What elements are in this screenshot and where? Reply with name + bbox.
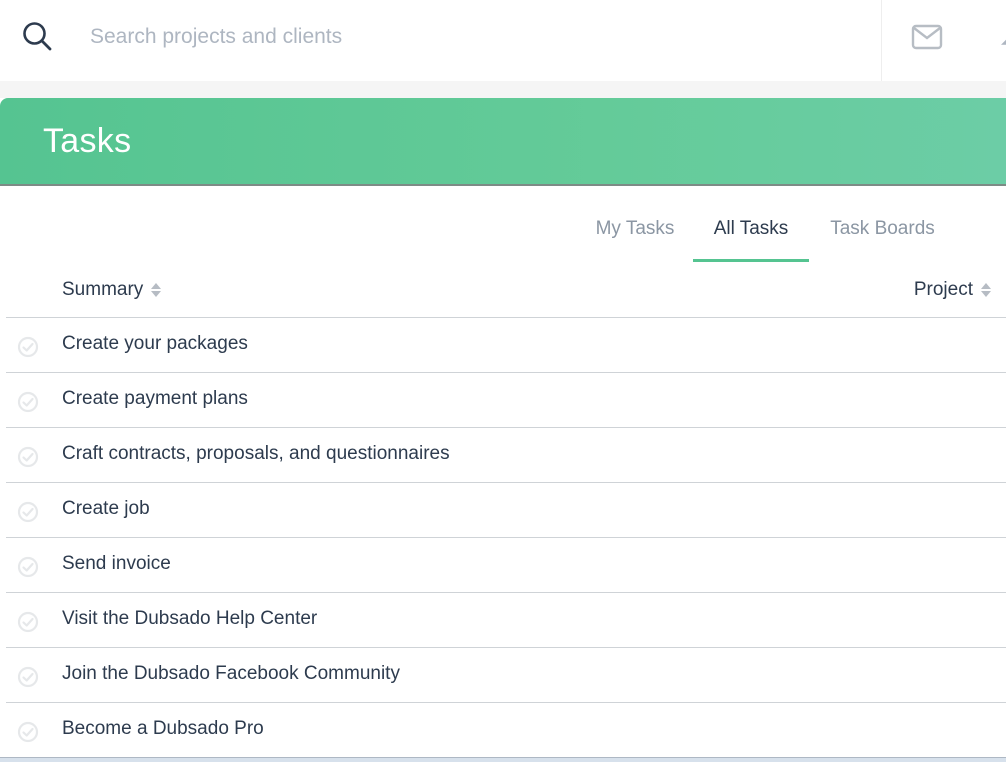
table-row: Craft contracts, proposals, and question…: [6, 428, 1006, 483]
tab-my-tasks[interactable]: My Tasks: [578, 200, 692, 262]
topbar-divider: [881, 0, 882, 81]
task-summary[interactable]: Join the Dubsado Facebook Community: [62, 663, 400, 685]
table-row: Join the Dubsado Facebook Community: [6, 648, 1006, 703]
task-summary[interactable]: Create job: [62, 498, 150, 520]
page-header-banner: Tasks: [0, 98, 1006, 186]
table-row: Create job: [6, 483, 1006, 538]
search-input[interactable]: [90, 20, 850, 54]
task-summary[interactable]: Create your packages: [62, 333, 248, 355]
column-header-label: Summary: [62, 279, 144, 300]
complete-checkbox-icon[interactable]: [17, 721, 39, 743]
column-header-project[interactable]: Project: [914, 279, 992, 301]
tasks-card: Tasks My Tasks All Tasks Task Boards Sum…: [0, 98, 1006, 762]
complete-checkbox-icon[interactable]: [17, 391, 39, 413]
task-tabs: My Tasks All Tasks Task Boards: [0, 200, 1006, 262]
bottom-edge: [0, 757, 1006, 762]
top-bar: ◢: [0, 0, 1006, 81]
table-row: Visit the Dubsado Help Center: [6, 593, 1006, 648]
search-icon[interactable]: [21, 20, 53, 52]
table-row: Send invoice: [6, 538, 1006, 593]
mail-icon[interactable]: [911, 24, 943, 50]
task-summary[interactable]: Visit the Dubsado Help Center: [62, 608, 317, 630]
tab-task-boards[interactable]: Task Boards: [810, 200, 955, 262]
complete-checkbox-icon[interactable]: [17, 666, 39, 688]
task-summary[interactable]: Become a Dubsado Pro: [62, 718, 264, 740]
task-summary[interactable]: Send invoice: [62, 553, 171, 575]
task-summary[interactable]: Create payment plans: [62, 388, 248, 410]
complete-checkbox-icon[interactable]: [17, 611, 39, 633]
tab-all-tasks[interactable]: All Tasks: [693, 200, 809, 262]
table-row: Create payment plans: [6, 373, 1006, 428]
sort-icon: [981, 283, 991, 297]
complete-checkbox-icon[interactable]: [17, 336, 39, 358]
column-header-label: Project: [913, 279, 973, 300]
table-row: Create your packages: [6, 318, 1006, 373]
complete-checkbox-icon[interactable]: [17, 446, 39, 468]
complete-checkbox-icon[interactable]: [17, 501, 39, 523]
table-header: Summary Project: [6, 264, 1006, 318]
complete-checkbox-icon[interactable]: [17, 556, 39, 578]
tasks-table: Summary Project Create your packages Cre…: [6, 264, 1006, 758]
column-header-summary[interactable]: Summary: [62, 279, 162, 301]
table-row: Become a Dubsado Pro: [6, 703, 1006, 758]
task-summary[interactable]: Craft contracts, proposals, and question…: [62, 443, 450, 465]
user-menu-icon[interactable]: ◢: [1001, 30, 1006, 46]
page-title: Tasks: [43, 122, 132, 160]
sort-icon: [151, 283, 162, 297]
